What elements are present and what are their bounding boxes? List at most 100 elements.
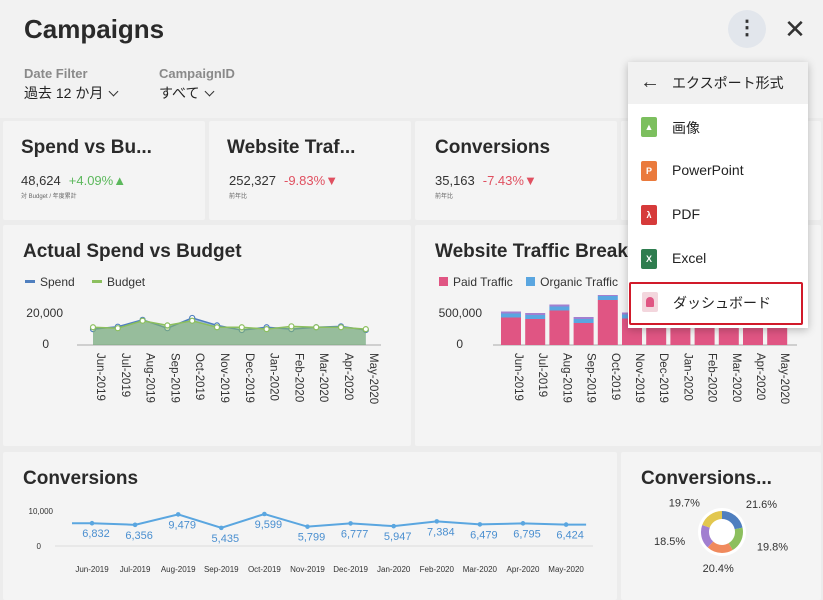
kpi-title: Conversions: [435, 137, 551, 158]
kpi-value: 252,327: [229, 173, 276, 188]
bar-cap: [525, 313, 546, 315]
x-tick-label: Dec-2019: [243, 353, 255, 403]
export-pdf-item[interactable]: λ PDF: [628, 193, 808, 237]
bar-segment: [573, 319, 594, 323]
chevron-down-icon: [108, 86, 119, 97]
menu-item-label: Excel: [672, 250, 707, 266]
date-filter-dropdown[interactable]: 過去 12 か月: [24, 83, 119, 103]
y-tick-label: 0: [42, 337, 49, 351]
page-title: Campaigns: [24, 14, 165, 44]
x-tick-label: Jun-2019: [75, 565, 109, 574]
excel-icon: X: [641, 249, 657, 269]
bar-segment: [597, 296, 618, 300]
campaign-filter-dropdown[interactable]: すべて: [159, 83, 215, 103]
slice-label: 20.4%: [703, 563, 734, 575]
x-tick-label: Jun-2019: [512, 353, 524, 401]
data-label: 5,435: [212, 533, 240, 545]
y-tick-label: 20,000: [26, 306, 63, 320]
chart-legend: Paid Traffic Organic Traffic: [439, 275, 618, 289]
kpi-subtext: 前年比: [435, 194, 454, 200]
data-point: [132, 522, 138, 528]
bar-segment: [549, 306, 570, 311]
legend-label: Paid Traffic: [453, 275, 513, 289]
x-tick-label: May-2020: [778, 353, 790, 404]
x-tick-label: Jan-2020: [681, 353, 693, 401]
spend-budget-card[interactable]: Actual Spend vs Budget Spend Budget 20,0…: [3, 225, 411, 446]
kpi-card-spend[interactable]: Spend vs Bu... 48,624 +4.09%▲ 対 Budget / …: [3, 121, 205, 220]
campaign-filter-label: CampaignID: [159, 66, 235, 81]
data-point: [520, 521, 526, 526]
image-icon: ▲: [641, 117, 657, 137]
x-tick-label: Aug-2019: [144, 353, 156, 403]
data-label: 6,777: [341, 528, 369, 540]
back-arrow-icon[interactable]: ←: [640, 71, 660, 94]
chart-title: Conversions: [23, 468, 139, 489]
kpi-title: Spend vs Bu...: [21, 137, 152, 158]
data-point: [263, 326, 270, 333]
data-point: [175, 512, 181, 517]
x-tick-label: Sep-2019: [585, 353, 597, 403]
x-tick-label: Jul-2019: [119, 353, 131, 397]
more-options-button[interactable]: ⋮: [728, 10, 766, 48]
bar-cap: [501, 311, 521, 314]
data-point: [337, 324, 345, 331]
x-tick-label: Mar-2020: [317, 353, 329, 402]
data-point: [213, 324, 221, 331]
kpi-card-conversions[interactable]: Conversions 35,163 -7.43%▼ 前年比: [415, 121, 617, 220]
conversions-line-card[interactable]: Conversions 10,000 0 6,832 6,356 9,479 5,43…: [3, 452, 617, 600]
menu-item-label: PowerPoint: [672, 162, 744, 178]
data-label: 6,479: [470, 529, 498, 541]
legend-label: Spend: [40, 275, 75, 289]
bar-segment: [525, 319, 546, 345]
x-tick-label: Dec-2019: [333, 565, 368, 574]
x-tick-label: Feb-2020: [420, 565, 455, 574]
bar-cap: [549, 304, 570, 307]
data-point: [362, 326, 369, 333]
close-icon: ✕: [784, 14, 806, 44]
y-tick-label: 0: [456, 337, 463, 351]
kpi-title: Website Traf...: [227, 137, 356, 158]
export-image-item[interactable]: ▲ 画像: [628, 105, 808, 149]
x-tick-label: Apr-2020: [507, 565, 540, 574]
export-menu-header: ← エクスポート形式: [628, 62, 808, 104]
export-powerpoint-item[interactable]: P PowerPoint: [628, 149, 808, 193]
legend-swatch: [25, 280, 35, 284]
x-tick-label: Aug-2019: [560, 353, 572, 403]
kpi-subtext: 前年比: [229, 194, 248, 200]
x-tick-label: May-2020: [367, 353, 379, 404]
data-label: 5,947: [384, 531, 412, 543]
y-tick-label: 500,000: [439, 306, 483, 320]
data-label: 5,799: [298, 532, 326, 544]
x-tick-label: Nov-2019: [218, 353, 230, 403]
data-point: [238, 324, 245, 331]
data-point: [348, 521, 353, 526]
bar-cap: [573, 317, 594, 319]
legend-label: Budget: [107, 275, 146, 289]
kpi-delta: -9.83%▼: [284, 173, 339, 188]
data-label: 6,795: [513, 528, 541, 540]
chevron-down-icon: [205, 86, 215, 97]
x-tick-label: Dec-2019: [657, 353, 669, 403]
x-tick-label: Sep-2019: [204, 565, 239, 574]
kpi-value: 35,163: [435, 173, 475, 188]
x-tick-label: Oct-2019: [609, 353, 621, 400]
export-excel-item[interactable]: X Excel: [628, 237, 808, 281]
date-filter-value: 過去 12 か月: [24, 85, 104, 101]
kpi-value: 48,624: [21, 173, 61, 188]
data-point: [89, 520, 95, 526]
close-button[interactable]: ✕: [784, 16, 806, 42]
x-tick-label: Jan-2020: [377, 565, 411, 574]
kpi-card-website-traffic[interactable]: Website Traf... 252,327 -9.83%▼ 前年比: [209, 121, 411, 220]
data-label: 6,356: [125, 530, 153, 542]
conversions-donut-card[interactable]: Conversions... 21.6% 19.8% 20.4% 18.5% 19.7%: [621, 452, 821, 600]
bar-segment: [573, 323, 594, 345]
legend-label: Organic Traffic: [540, 275, 618, 289]
data-point: [288, 323, 295, 330]
y-tick-label: 10,000: [29, 507, 54, 516]
x-tick-label: Jan-2020: [268, 353, 280, 401]
kpi-value-row: 252,327 -9.83%▼: [229, 173, 338, 188]
export-dashboard-item[interactable]: ダッシュボード: [629, 282, 803, 325]
x-tick-label: Apr-2020: [342, 353, 354, 400]
data-point: [262, 511, 267, 517]
x-tick-label: Apr-2020: [754, 353, 766, 400]
